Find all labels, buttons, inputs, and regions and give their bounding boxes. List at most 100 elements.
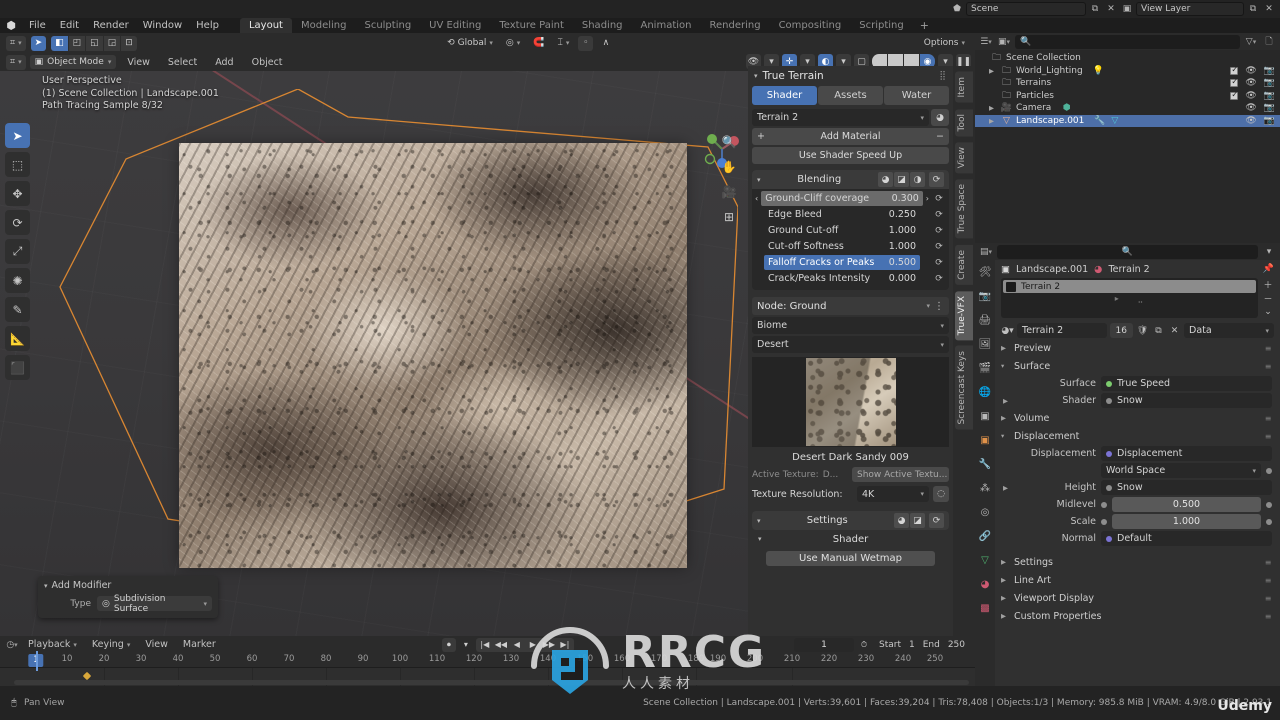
settings-gradient-icon[interactable]: ◪	[910, 513, 925, 528]
expand-icon[interactable]: ▶	[989, 117, 997, 125]
section-custom-properties[interactable]: ▶ Custom Properties ≡	[995, 608, 1280, 624]
unlink-material-icon[interactable]: ✕	[1168, 323, 1181, 338]
mesh-select-edge-icon[interactable]: ◱	[86, 35, 103, 51]
play-reverse-icon[interactable]: ◀	[510, 638, 524, 652]
material-slot-row[interactable]: Terrain 2	[1003, 280, 1256, 293]
param-reset-icon[interactable]: ⟳	[932, 272, 946, 286]
expand-icon[interactable]: ▶	[989, 67, 997, 75]
tool-move-icon[interactable]: ✥	[5, 181, 30, 206]
proportional-edit-icon[interactable]: ◧	[51, 35, 68, 51]
outliner-new-collection-icon[interactable]: 🗋	[1262, 35, 1276, 49]
vtab-create[interactable]: Create	[955, 244, 973, 285]
mesh-select-vert-icon[interactable]: ◰	[68, 35, 86, 51]
section-settings[interactable]: ▶ Settings ≡	[995, 554, 1280, 570]
section-volume[interactable]: ▶ Volume ≡	[995, 410, 1280, 426]
jump-start-icon[interactable]: |◀	[478, 638, 492, 652]
eye-icon[interactable]: 👁	[1245, 78, 1256, 88]
height-value-field[interactable]: Snow	[1101, 480, 1272, 495]
outliner-display-mode-icon[interactable]: ▣ ▾	[997, 35, 1011, 49]
tool-tweak-icon[interactable]: ➤	[5, 123, 30, 148]
menu-file[interactable]: File	[22, 18, 53, 33]
current-frame-field[interactable]: 1	[793, 637, 854, 652]
material-slot-list[interactable]: Terrain 2 ▸ ⣀	[1001, 278, 1258, 318]
delete-view-layer-icon[interactable]: ✕	[1262, 2, 1276, 16]
tab-layout[interactable]: Layout	[239, 18, 292, 33]
animate-dot-icon[interactable]	[1266, 467, 1272, 474]
section-grip-icon[interactable]: ≡	[1265, 612, 1272, 621]
properties-search-input[interactable]: 🔍	[997, 244, 1258, 259]
timeline-menu-keying[interactable]: Keying ▾	[86, 639, 136, 650]
pivot-point-dropdown[interactable]: ◎ ▾	[502, 36, 524, 51]
param-crack-peaks-intensity[interactable]: Crack/Peaks Intensity 0.000	[764, 271, 920, 286]
object-mode-dropdown[interactable]: ▣ Object Mode ▾	[29, 55, 117, 69]
settings-reset-icon[interactable]: ⟳	[929, 513, 944, 528]
viewport-menu-select[interactable]: Select	[161, 57, 204, 68]
tool-select-box-icon[interactable]: ⬚	[5, 152, 30, 177]
section-surface[interactable]: ▾ Surface ≡	[995, 358, 1280, 374]
breadcrumb-object-label[interactable]: Landscape.001	[1016, 264, 1088, 275]
node-options-icon[interactable]: ⋮	[934, 301, 944, 312]
use-shader-speed-up-button[interactable]: Use Shader Speed Up	[752, 147, 949, 164]
section-displacement[interactable]: ▾ Displacement ≡	[995, 428, 1280, 444]
material-browse-icon[interactable]: ◕▾	[1001, 323, 1014, 338]
param-ground-cliff-coverage[interactable]: Ground-Cliff coverage 0.300	[761, 191, 923, 206]
checkbox-enable[interactable]	[1230, 65, 1239, 75]
surface-value-field[interactable]: True Speed	[1101, 376, 1272, 391]
menu-help[interactable]: Help	[189, 18, 226, 33]
section-grip-icon[interactable]: ≡	[1265, 558, 1272, 567]
tab-world-icon[interactable]: 🌐	[978, 385, 993, 400]
next-keyframe-icon[interactable]: ▶▶	[542, 638, 556, 652]
editor-type-icon[interactable]: ⌗ ▾	[6, 35, 26, 51]
view-layer-browse-icon[interactable]: ▣	[1120, 2, 1134, 16]
camera-icon[interactable]: 📷	[1264, 103, 1275, 113]
slot-specials-button[interactable]: ⌄	[1262, 306, 1274, 318]
tab-sculpting[interactable]: Sculpting	[355, 18, 420, 33]
panel-grip-icon[interactable]: ⣿	[939, 71, 947, 81]
proportional-editing-toggle[interactable]: ◦	[578, 35, 594, 51]
camera-icon[interactable]: 📷	[1264, 78, 1275, 88]
mesh-select-extra-icon[interactable]: ⊡	[121, 35, 137, 51]
gradient-icon[interactable]: ◪	[894, 172, 909, 187]
keyframe-marker[interactable]	[82, 671, 92, 681]
section-preview[interactable]: ▶ Preview ≡	[995, 340, 1280, 356]
increment-arrow-icon[interactable]: ›	[926, 194, 929, 203]
pin-icon[interactable]: 📌	[1263, 264, 1274, 274]
param-cut-off-softness[interactable]: Cut-off Softness 1.000	[764, 239, 920, 254]
decrement-arrow-icon[interactable]: ‹	[755, 194, 758, 203]
texture-preview[interactable]	[752, 357, 949, 447]
tool-add-cube-icon[interactable]: ⬛	[5, 355, 30, 380]
tab-physics-icon[interactable]: ◎	[978, 505, 993, 520]
param-edge-bleed[interactable]: Edge Bleed 0.250	[764, 207, 920, 222]
transform-orientation-dropdown[interactable]: ⟲ Global ▾	[443, 36, 497, 51]
tab-material-icon[interactable]: ◕	[978, 577, 993, 592]
camera-icon[interactable]: 📷	[1264, 91, 1275, 101]
fake-user-icon[interactable]: 🛡	[1136, 323, 1149, 338]
tab-modeling[interactable]: Modeling	[292, 18, 356, 33]
tab-scene-icon[interactable]: 🎬	[978, 361, 993, 376]
options-dropdown[interactable]: Options ▾	[920, 36, 969, 51]
viewport-editor-type-icon[interactable]: ⌗ ▾	[6, 54, 26, 70]
timeline-menu-playback[interactable]: Playback ▾	[22, 639, 83, 650]
param-falloff-cracks-or-peaks[interactable]: Falloff Cracks or Peaks 0.500	[764, 255, 920, 270]
timeline-scrollbar[interactable]	[14, 680, 969, 685]
timeline-menu-view[interactable]: View	[139, 639, 174, 650]
timeline-editor-type-icon[interactable]: ◷ ▾	[5, 638, 19, 652]
breadcrumb-material-label[interactable]: Terrain 2	[1108, 264, 1149, 275]
add-workspace-button[interactable]: +	[913, 19, 936, 32]
auto-keying-icon[interactable]: ⏺	[441, 637, 456, 652]
eye-icon[interactable]: 👁	[1245, 66, 1256, 76]
param-ground-cut-off[interactable]: Ground Cut-off 1.000	[764, 223, 920, 238]
tab-scripting[interactable]: Scripting	[850, 18, 912, 33]
animate-dot-icon[interactable]	[1266, 518, 1272, 525]
checkbox-enable[interactable]	[1230, 77, 1239, 88]
shader-value-field[interactable]: Snow	[1101, 393, 1272, 408]
snap-target-dropdown[interactable]: ⌶ ▾	[553, 36, 573, 51]
playhead-line[interactable]	[36, 651, 38, 671]
properties-options-icon[interactable]: ▾	[1262, 245, 1276, 259]
zoom-icon[interactable]: 🔍	[718, 131, 740, 153]
param-reset-icon[interactable]: ⟳	[932, 192, 946, 206]
ortho-persp-icon[interactable]: ⊞	[718, 206, 740, 228]
prev-keyframe-icon[interactable]: ◀◀	[494, 638, 508, 652]
tool-scale-icon[interactable]: ⤢	[5, 239, 30, 264]
tab-uv-editing[interactable]: UV Editing	[420, 18, 490, 33]
